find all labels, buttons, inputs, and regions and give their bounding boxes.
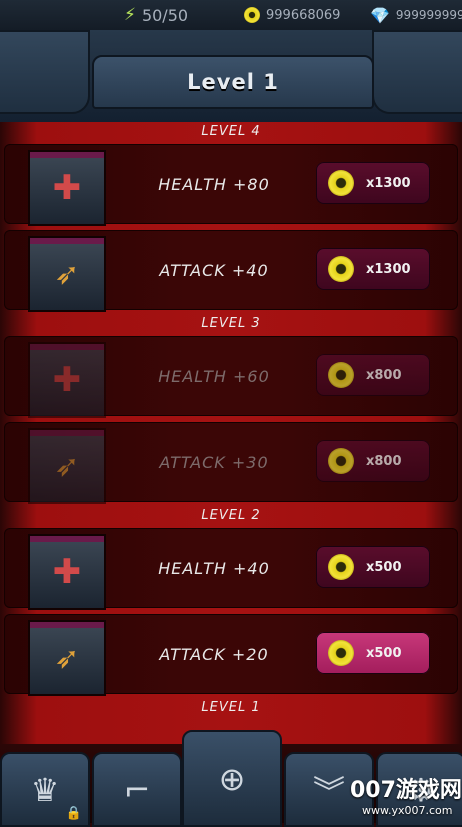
price-label: x500 xyxy=(366,645,402,661)
coin-icon xyxy=(328,256,354,282)
lock-icon: 🔒 xyxy=(65,806,82,821)
level-label: LEVEL 3 xyxy=(201,316,261,331)
crown-icon: ♛ xyxy=(30,770,60,809)
coin-icon xyxy=(328,554,354,580)
price-label: x500 xyxy=(366,559,402,575)
upgrade-row: ➶ ATTACK +20 x500 xyxy=(4,614,458,694)
crosshair-icon: ⊕ xyxy=(218,759,246,798)
coin-value: 999668069 xyxy=(266,7,341,23)
page-title: Level 1 xyxy=(187,70,279,94)
heart-shield-icon: ✚ xyxy=(52,360,82,400)
coin-stat: 999668069 xyxy=(244,4,340,26)
buy-button[interactable]: x500 xyxy=(316,546,430,588)
item-icon-box: ➶ xyxy=(30,238,104,310)
frame-right-panel xyxy=(372,30,462,114)
coin-icon xyxy=(244,7,260,23)
upgrade-name: ATTACK +20 xyxy=(159,644,269,664)
buy-button[interactable]: x800 xyxy=(316,440,430,482)
title-plate: Level 1 xyxy=(92,55,374,109)
energy-value: 50/50 xyxy=(141,5,189,25)
buy-button[interactable]: x800 xyxy=(316,354,430,396)
upgrade-name: HEALTH +40 xyxy=(158,558,270,578)
upgrade-name: HEALTH +60 xyxy=(158,366,270,386)
watermark-url: www.yx007.com xyxy=(362,804,453,817)
upgrade-name: ATTACK +40 xyxy=(159,260,269,280)
header-frame: Level 1 xyxy=(0,30,462,122)
frame-left-panel xyxy=(0,30,90,114)
heart-shield-icon: ✚ xyxy=(52,168,82,208)
item-icon-box: ➶ xyxy=(30,430,104,502)
nav-crosshair-button[interactable]: ⊕ xyxy=(182,730,282,827)
gem-value: 999999999 xyxy=(395,8,462,22)
coin-icon xyxy=(328,362,354,388)
status-bar: ⚡ 50/50 999668069 💎 999999999 xyxy=(0,0,462,32)
price-label: x1300 xyxy=(366,175,411,191)
coin-icon xyxy=(328,640,354,666)
level-label: LEVEL 2 xyxy=(201,508,261,523)
gem-icon: 💎 xyxy=(370,5,390,25)
upgrade-row: ✚ HEALTH +80 x1300 xyxy=(4,144,458,224)
gun-icon: ⌐ xyxy=(123,770,151,809)
price-label: x1300 xyxy=(366,261,411,277)
rank-chevron-icon: ︾ xyxy=(312,772,345,811)
gem-stat: 💎 999999999 xyxy=(370,4,462,26)
buy-button[interactable]: x1300 xyxy=(316,162,430,204)
bullets-icon: ➶ xyxy=(54,448,80,484)
upgrade-name: ATTACK +30 xyxy=(159,452,269,472)
upgrade-row: ✚ HEALTH +40 x500 xyxy=(4,528,458,608)
nav-gun-button[interactable]: ⌐ xyxy=(92,752,182,827)
buy-button[interactable]: x500 xyxy=(316,632,430,674)
nav-crown-button[interactable]: ♛ 🔒 xyxy=(0,752,90,827)
upgrade-row: ➶ ATTACK +40 x1300 xyxy=(4,230,458,310)
item-icon-box: ✚ xyxy=(30,536,104,608)
heart-shield-icon: ✚ xyxy=(52,552,82,592)
upgrade-row: ✚ HEALTH +60 x800 xyxy=(4,336,458,416)
energy-stat: ⚡ 50/50 xyxy=(124,4,188,26)
price-label: x800 xyxy=(366,367,402,383)
item-icon-box: ✚ xyxy=(30,344,104,416)
item-icon-box: ✚ xyxy=(30,152,104,224)
level-label: LEVEL 1 xyxy=(201,700,261,715)
watermark-text: 007游戏网 xyxy=(350,778,462,803)
item-icon-box: ➶ xyxy=(30,622,104,694)
coin-icon xyxy=(328,170,354,196)
price-label: x800 xyxy=(366,453,402,469)
bullets-icon: ➶ xyxy=(54,256,80,292)
upgrade-name: HEALTH +80 xyxy=(158,174,270,194)
buy-button[interactable]: x1300 xyxy=(316,248,430,290)
lightning-icon: ⚡ xyxy=(124,5,136,25)
coin-icon xyxy=(328,448,354,474)
upgrade-row: ➶ ATTACK +30 x800 xyxy=(4,422,458,502)
upgrade-list[interactable]: LEVEL 4 ✚ HEALTH +80 x1300 ➶ ATTACK +40 … xyxy=(0,122,462,744)
level-label: LEVEL 4 xyxy=(201,124,261,139)
bullets-icon: ➶ xyxy=(54,640,80,676)
